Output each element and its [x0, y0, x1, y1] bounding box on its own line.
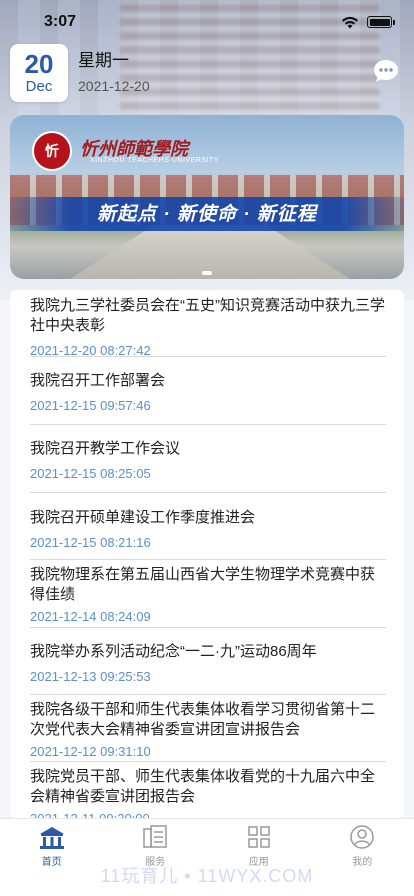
date-day: 20	[24, 49, 54, 79]
news-item[interactable]: 我院召开硕单建设工作季度推进会 2021-12-15 08:21:16	[30, 493, 386, 560]
news-time: 2021-12-12 09:31:10	[30, 744, 151, 759]
profile-icon	[350, 825, 374, 849]
news-title: 我院举办系列活动纪念“一二·九”运动86周年	[30, 643, 317, 660]
news-item[interactable]: 我院各级干部和师生代表集体收看学习贯彻省第十二次党代表大会精神省委宣讲团宣讲报告…	[30, 695, 386, 762]
watermark: 11玩育儿 • 11WYX.COM	[100, 866, 314, 886]
news-title: 我院召开工作部署会	[30, 372, 166, 389]
full-date-label: 2021-12-20	[78, 78, 150, 94]
news-title: 我院召开硕单建设工作季度推进会	[30, 509, 256, 526]
news-item[interactable]: 我院举办系列活动纪念“一二·九”运动86周年 2021-12-13 09:25:…	[30, 628, 386, 695]
news-item[interactable]: 我院九三学社委员会在“五史”知识竞赛活动中获九三学社中央表彰 2021-12-2…	[30, 290, 386, 358]
home-icon	[39, 827, 64, 849]
news-item[interactable]: 我院党员干部、师生代表集体收看党的十九届六中全会精神省委宣讲团报告会 2021-…	[30, 762, 386, 818]
news-time: 2021-12-11 09:30:00	[30, 810, 386, 818]
battery-icon	[367, 16, 395, 28]
news-title: 我院九三学社委员会在“五史”知识竞赛活动中获九三学社中央表彰	[30, 297, 385, 334]
status-time: 3:07	[44, 13, 77, 30]
news-item[interactable]: 我院召开教学工作会议 2021-12-15 08:25:05	[30, 425, 386, 493]
banner-carousel[interactable]: 忻 忻州師範學院 XINZHOU TEACHERS UNIVERSITY 新起点…	[10, 115, 404, 279]
news-time: 2021-12-15 09:57:46	[30, 398, 151, 413]
banner-school-name-en: XINZHOU TEACHERS UNIVERSITY	[90, 157, 219, 164]
wifi-icon	[342, 16, 358, 28]
service-icon	[143, 825, 167, 848]
news-item[interactable]: 我院物理系在第五届山西省大学生物理学术竞赛中获得佳绩 2021-12-14 08…	[30, 560, 386, 628]
chat-bubble-icon[interactable]	[372, 58, 400, 84]
date-header: 20 Dec 星期一 2021-12-20	[10, 44, 150, 102]
status-bar: 3:07	[0, 0, 414, 44]
calendar-badge: 20 Dec	[10, 44, 68, 102]
news-title: 我院召开教学工作会议	[30, 440, 181, 457]
apps-icon	[248, 826, 270, 848]
news-title: 我院物理系在第五届山西省大学生物理学术竞赛中获得佳绩	[30, 566, 376, 603]
date-month: Dec	[25, 78, 53, 95]
weekday-label: 星期一	[78, 51, 129, 70]
carousel-dot	[202, 271, 212, 275]
banner-slogan: 新起点 · 新使命 · 新征程	[97, 204, 317, 225]
news-title: 我院党员干部、师生代表集体收看党的十九届六中全会精神省委宣讲团报告会	[30, 768, 376, 805]
news-time: 2021-12-15 08:25:05	[30, 466, 151, 481]
news-item[interactable]: 我院召开工作部署会 2021-12-15 09:57:46	[30, 357, 386, 425]
news-list: 我院九三学社委员会在“五史”知识竞赛活动中获九三学社中央表彰 2021-12-2…	[10, 290, 404, 818]
news-time: 2021-12-13 09:25:53	[30, 669, 151, 684]
news-title: 我院各级干部和师生代表集体收看学习贯彻省第十二次党代表大会精神省委宣讲团宣讲报告…	[30, 701, 376, 738]
news-time: 2021-12-14 08:24:09	[30, 609, 151, 624]
carousel-indicator	[10, 271, 404, 275]
status-icons	[341, 16, 395, 29]
school-logo: 忻	[32, 131, 72, 171]
news-time: 2021-12-15 08:21:16	[30, 535, 151, 550]
date-text: 星期一 2021-12-20	[78, 50, 150, 96]
